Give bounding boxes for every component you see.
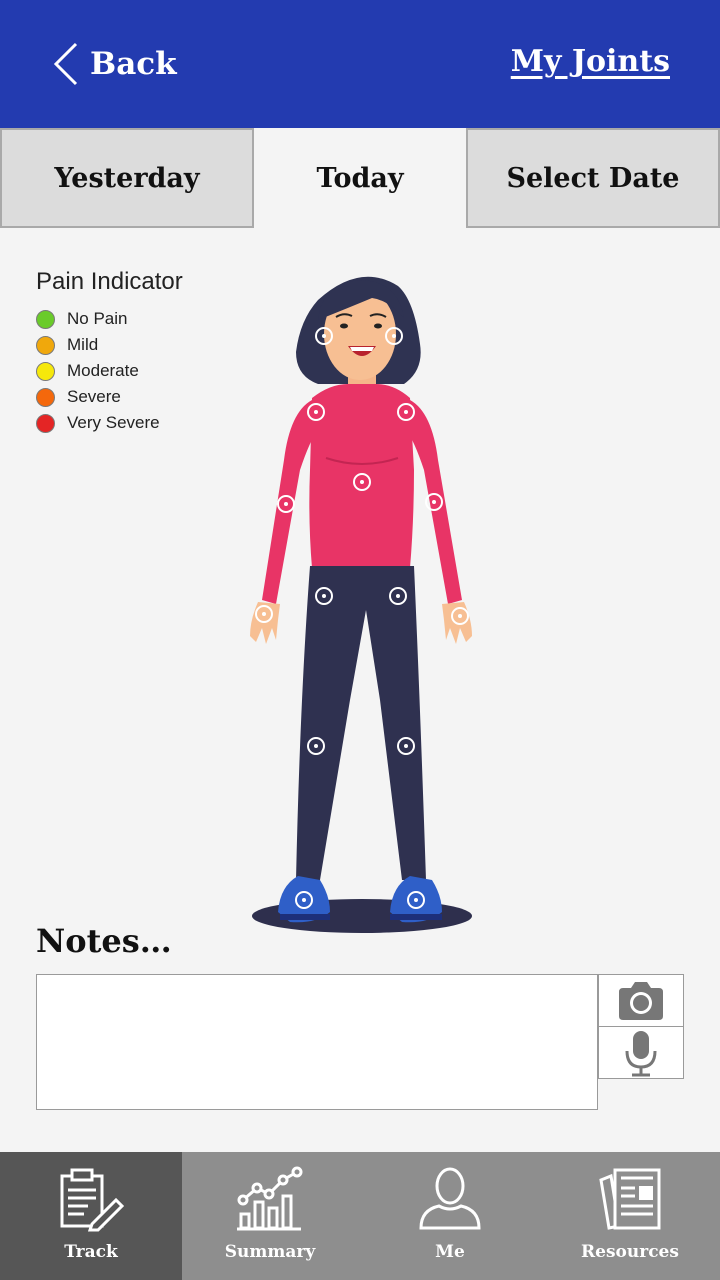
joint-marker-jaw-right[interactable] bbox=[385, 327, 403, 345]
legend-item-no-pain: No Pain bbox=[36, 306, 183, 332]
bar-chart-icon bbox=[237, 1166, 303, 1231]
green-dot-icon bbox=[36, 309, 55, 329]
joint-marker-shoulder-right[interactable] bbox=[397, 403, 415, 421]
bottom-nav: Track Summary Me Resources bbox=[0, 1152, 720, 1280]
nav-label: Resources bbox=[581, 1242, 679, 1262]
back-label: Back bbox=[90, 46, 177, 82]
newspaper-icon bbox=[599, 1168, 661, 1230]
back-button[interactable]: Back bbox=[52, 40, 177, 88]
orange-dot-icon bbox=[36, 335, 55, 355]
joint-marker-hip-left[interactable] bbox=[315, 587, 333, 605]
notes-title: Notes… bbox=[36, 922, 172, 960]
legend-label: No Pain bbox=[67, 309, 128, 328]
woman-body-figure bbox=[250, 276, 472, 933]
nav-track[interactable]: Track bbox=[0, 1152, 182, 1280]
joint-marker-wrist-right[interactable] bbox=[451, 607, 469, 625]
microphone-icon bbox=[625, 1030, 657, 1076]
joint-marker-ankle-left[interactable] bbox=[295, 891, 313, 909]
legend-item-very-severe: Very Severe bbox=[36, 410, 183, 436]
camera-icon bbox=[619, 981, 663, 1020]
nav-summary[interactable]: Summary bbox=[180, 1152, 360, 1280]
pain-legend: Pain Indicator No Pain Mild Moderate Sev… bbox=[36, 268, 183, 436]
dark-orange-dot-icon bbox=[36, 387, 55, 407]
legend-item-mild: Mild bbox=[36, 332, 183, 358]
yellow-dot-icon bbox=[36, 361, 55, 381]
joint-marker-wrist-left[interactable] bbox=[255, 605, 273, 623]
joint-marker-elbow-left[interactable] bbox=[277, 495, 295, 513]
legend-item-severe: Severe bbox=[36, 384, 183, 410]
joint-marker-jaw-left[interactable] bbox=[315, 327, 333, 345]
tab-yesterday[interactable]: Yesterday bbox=[0, 128, 254, 228]
clipboard-pen-icon bbox=[60, 1168, 124, 1232]
nav-label: Summary bbox=[224, 1242, 316, 1262]
red-dot-icon bbox=[36, 413, 55, 433]
nav-label: Me bbox=[435, 1242, 465, 1262]
camera-button[interactable] bbox=[598, 974, 684, 1027]
app-header: Back My Joints bbox=[0, 0, 720, 128]
chevron-left-icon bbox=[53, 42, 78, 86]
notes-input[interactable] bbox=[36, 974, 598, 1110]
nav-resources[interactable]: Resources bbox=[540, 1152, 720, 1280]
joint-marker-ankle-right[interactable] bbox=[407, 891, 425, 909]
tab-today[interactable]: Today bbox=[254, 128, 466, 228]
tab-select-date[interactable]: Select Date bbox=[466, 128, 720, 228]
legend-title: Pain Indicator bbox=[36, 268, 183, 295]
legend-label: Very Severe bbox=[67, 413, 160, 432]
legend-label: Moderate bbox=[67, 361, 139, 380]
person-icon bbox=[419, 1167, 481, 1230]
microphone-button[interactable] bbox=[598, 1026, 684, 1079]
joint-marker-shoulder-left[interactable] bbox=[307, 403, 325, 421]
joint-marker-hip-right[interactable] bbox=[389, 587, 407, 605]
joint-marker-knee-left[interactable] bbox=[307, 737, 325, 755]
nav-me[interactable]: Me bbox=[360, 1152, 540, 1280]
legend-label: Severe bbox=[67, 387, 121, 406]
joint-marker-elbow-right[interactable] bbox=[425, 493, 443, 511]
legend-label: Mild bbox=[67, 335, 99, 354]
date-tabs: Yesterday Today Select Date bbox=[0, 128, 720, 228]
joint-marker-knee-right[interactable] bbox=[397, 737, 415, 755]
legend-item-moderate: Moderate bbox=[36, 358, 183, 384]
joint-marker-spine[interactable] bbox=[353, 473, 371, 491]
nav-label: Track bbox=[64, 1242, 118, 1262]
legs bbox=[296, 566, 426, 880]
my-joints-link[interactable]: My Joints bbox=[511, 44, 670, 79]
